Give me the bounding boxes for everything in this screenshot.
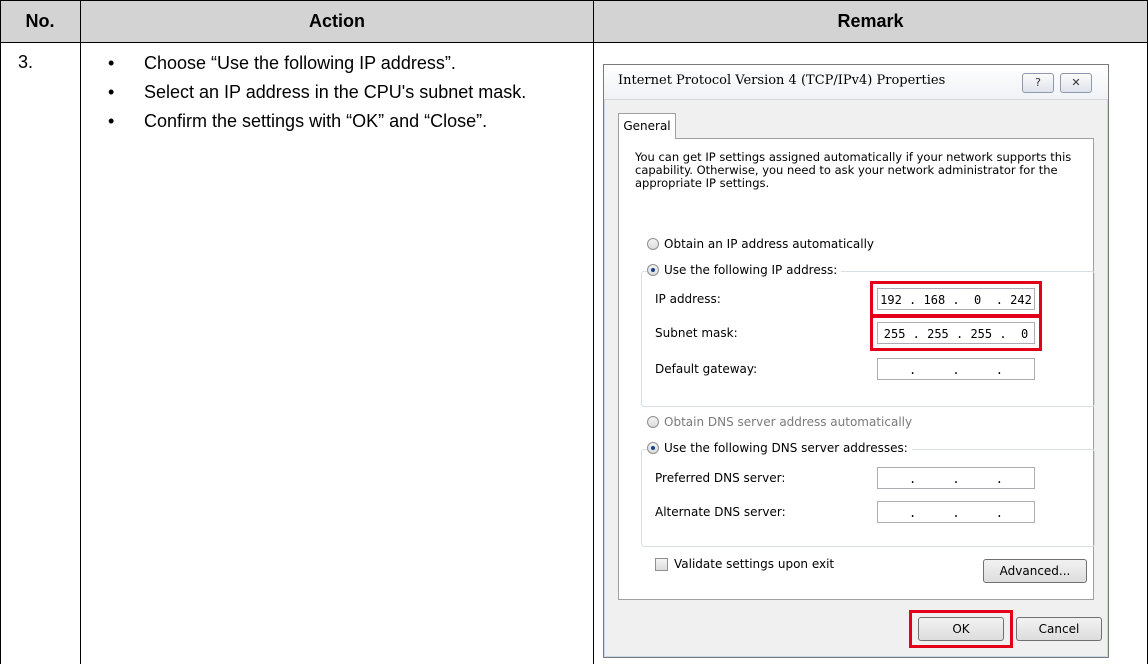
header-no: No. <box>25 11 55 31</box>
radio-off-icon <box>647 238 659 250</box>
obtain-dns-auto-label: Obtain DNS server address automatically <box>664 415 913 429</box>
cancel-button[interactable]: Cancel <box>1016 617 1102 641</box>
ipv4-properties-dialog: Internet Protocol Version 4 (TCP/IPv4) P… <box>603 64 1109 658</box>
table-divider-2 <box>593 0 594 664</box>
radio-on-icon <box>647 442 659 454</box>
action-item: Choose “Use the following IP address”. <box>108 52 578 75</box>
subnet-mask-highlight <box>870 315 1042 351</box>
dns-group <box>641 449 1095 547</box>
action-list: Choose “Use the following IP address”. S… <box>108 52 578 139</box>
table-divider-1 <box>80 0 81 664</box>
obtain-dns-auto-radio[interactable]: Obtain DNS server address automatically <box>647 415 917 429</box>
action-item: Confirm the settings with “OK” and “Clos… <box>108 110 578 133</box>
checkbox-icon <box>655 557 668 571</box>
alternate-dns-input[interactable]: . . . <box>877 501 1035 523</box>
dialog-titlebar: Internet Protocol Version 4 (TCP/IPv4) P… <box>604 65 1108 100</box>
ip-address-highlight <box>870 281 1042 317</box>
table-border-left <box>0 0 1 664</box>
ok-button-highlight <box>909 610 1013 648</box>
use-following-dns-radio[interactable]: Use the following DNS server addresses: <box>647 441 912 455</box>
close-button[interactable]: ✕ <box>1060 73 1092 93</box>
validate-checkbox[interactable]: Validate settings upon exit <box>655 557 834 571</box>
default-gateway-input[interactable]: . . . <box>877 358 1035 380</box>
action-item: Select an IP address in the CPU's subnet… <box>108 81 578 104</box>
use-following-ip-radio[interactable]: Use the following IP address: <box>647 263 842 277</box>
alternate-dns-label: Alternate DNS server: <box>655 505 786 519</box>
radio-off-icon <box>647 416 659 428</box>
ip-address-label: IP address: <box>655 292 721 306</box>
general-panel: You can get IP settings assigned automat… <box>618 138 1095 600</box>
help-button[interactable]: ? <box>1022 73 1054 93</box>
dialog-title: Internet Protocol Version 4 (TCP/IPv4) P… <box>618 73 946 88</box>
preferred-dns-label: Preferred DNS server: <box>655 471 786 485</box>
obtain-ip-auto-label: Obtain an IP address automatically <box>664 237 875 251</box>
use-following-dns-label: Use the following DNS server addresses: <box>664 441 908 455</box>
tab-general[interactable]: General <box>618 113 676 139</box>
obtain-ip-auto-radio[interactable]: Obtain an IP address automatically <box>647 237 879 251</box>
validate-label: Validate settings upon exit <box>674 557 835 571</box>
default-gateway-label: Default gateway: <box>655 362 758 376</box>
subnet-mask-label: Subnet mask: <box>655 326 738 340</box>
header-action: Action <box>309 11 365 31</box>
header-remark: Remark <box>837 11 904 31</box>
use-following-ip-label: Use the following IP address: <box>664 263 838 277</box>
radio-on-icon <box>647 264 659 276</box>
step-number: 3. <box>18 52 34 72</box>
advanced-button[interactable]: Advanced... <box>983 559 1087 583</box>
preferred-dns-input[interactable]: . . . <box>877 467 1035 489</box>
intro-text: You can get IP settings assigned automat… <box>635 150 1072 190</box>
